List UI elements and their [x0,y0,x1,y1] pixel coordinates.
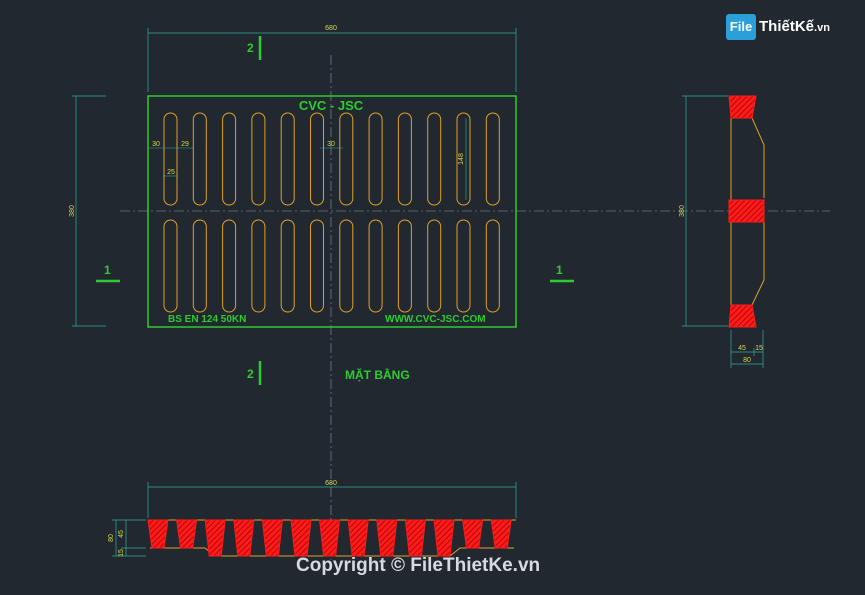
side-hatch-bottom [728,304,757,328]
logo-domain: .vn [814,22,830,34]
right-height-label: 380 [679,205,686,217]
slot [427,219,442,313]
slot [222,219,237,313]
slot-dimensions [148,118,467,200]
side-80-label: 80 [743,357,751,364]
slot-gap-label: 29 [181,141,189,148]
section-1-left-label: 1 [104,263,111,277]
cad-drawing: 680 380 30 29 30 25 148 CVC - JSC BS EN … [69,25,830,560]
plan-brand-text: CVC - JSC [299,98,364,113]
slot [192,112,207,206]
bottom-bar-hatch [462,519,484,549]
bottom-width-label: 680 [325,480,337,487]
plan-standard-text: BS EN 124 50KN [168,314,246,325]
slot [251,219,266,313]
side-section-profile [728,95,765,328]
top-width-dimension [147,28,517,92]
side-45-label: 45 [738,345,746,352]
bottom-bar-hatch [290,519,312,557]
bottom-bar-hatch [261,519,283,557]
bottom-bar-hatch [490,519,512,549]
bottom-bar-hatch [233,519,255,557]
bottom-45-label: 45 [118,530,125,538]
side-15-label: 15 [755,345,763,352]
slot [222,112,237,206]
side-hatch-middle [728,199,765,223]
slot [280,112,295,206]
slot [397,219,412,313]
section-2-bottom-label: 2 [247,367,254,381]
bottom-15-label: 15 [118,549,125,557]
grating-outline [147,95,517,328]
bottom-bar-hatch [404,519,426,557]
slot [368,219,383,313]
left-height-dimension [72,95,106,327]
slot [368,112,383,206]
slot [456,219,471,313]
bottom-bar-hatch [147,519,169,549]
section-2-top-label: 2 [247,41,254,55]
logo-name-text: ThiếtKế [759,18,815,35]
bottom-bar-hatch [347,519,369,557]
slot [163,219,178,313]
plan-website-text: WWW.CVC-JSC.COM [385,314,486,325]
slot [310,112,324,206]
slot-width-label: 25 [167,169,175,176]
slot [280,219,295,313]
plan-title-text: MẶT BẰNG [345,367,410,382]
copyright-watermark: Copyright © FileThietKe.vn [296,555,541,576]
bottom-bar-hatch [204,519,226,557]
slot [339,112,354,206]
bottom-80-label: 80 [108,534,115,542]
left-height-label: 380 [69,205,76,217]
section-1-right-label: 1 [556,263,563,277]
filethietke-logo[interactable]: File ThiếtKế.vn [726,10,858,42]
top-width-label: 680 [325,25,337,32]
bottom-width-dimension [147,482,517,518]
slot-pitch-b-label: 30 [327,141,335,148]
slot [485,112,500,206]
slot [310,219,324,313]
slot [427,112,442,206]
slot [397,112,412,206]
logo-brand-box: File [726,14,756,40]
bottom-bar-hatch [376,519,398,557]
bottom-bar-hatch [319,519,341,557]
slot [485,219,500,313]
slot [339,219,354,313]
slot [192,219,207,313]
slot [163,112,178,206]
side-hatch-top [728,95,757,119]
slot [251,112,266,206]
bottom-bar-hatch [433,519,455,557]
bottom-bar-hatch [176,519,198,549]
slot-length-label: 148 [458,153,465,165]
logo-name: ThiếtKế.vn [759,18,830,35]
slot-pitch-a-label: 30 [152,141,160,148]
